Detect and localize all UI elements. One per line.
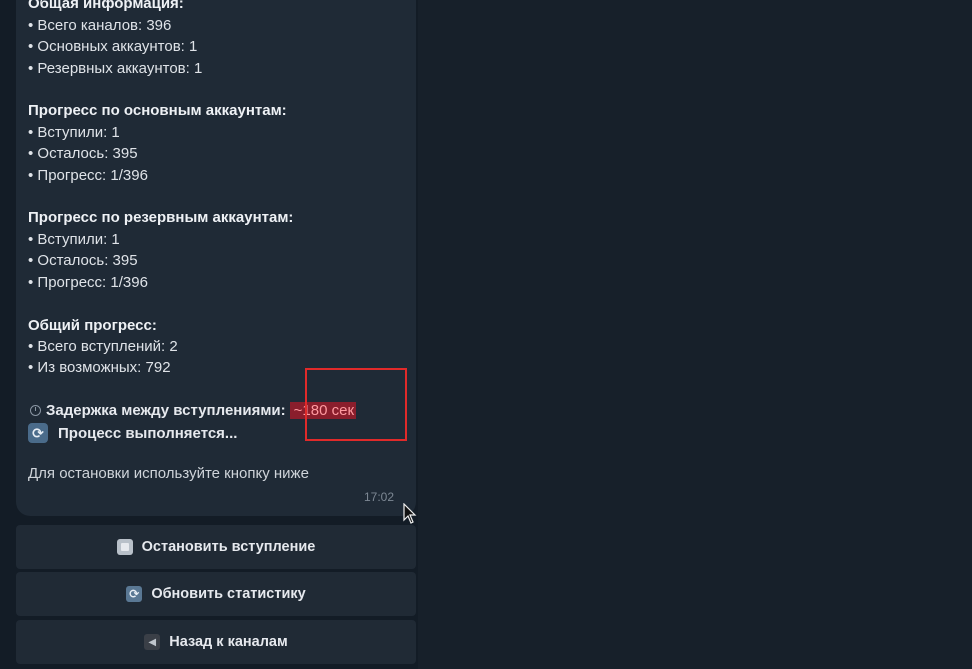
list-item: • Прогресс: 1/396 (28, 274, 148, 291)
back-to-channels-label: Назад к каналам (169, 634, 288, 650)
stop-joining-button[interactable]: Остановить вступление (16, 525, 416, 569)
sync-icon: ⟳ (126, 586, 143, 602)
mouse-cursor-icon (403, 503, 417, 524)
stop-hint: Для остановки используйте кнопку ниже (28, 465, 309, 482)
empty-chat-area (418, 0, 972, 669)
refresh-stats-label: Обновить статистику (151, 586, 306, 602)
chat-column: Общая информация: • Всего каналов: 396 •… (0, 0, 418, 669)
back-to-channels-button[interactable]: ◀ Назад к каналам (16, 620, 416, 664)
refresh-icon: ⟳ (28, 423, 48, 443)
total-progress-heading: Общий прогресс: (28, 317, 157, 334)
stop-icon (116, 539, 133, 555)
list-item: • Вступили: 1 (28, 231, 120, 248)
delay-label: Задержка между вступлениями: (46, 402, 286, 419)
stop-joining-label: Остановить вступление (141, 539, 316, 555)
list-item: • Осталось: 395 (28, 252, 138, 269)
list-item: • Вступили: 1 (28, 124, 120, 141)
list-item: • Осталось: 395 (28, 145, 138, 162)
refresh-stats-button[interactable]: ⟳ Обновить статистику (16, 572, 416, 616)
process-label: Процесс выполняется... (58, 424, 238, 442)
list-item: • Основных аккаунтов: 1 (28, 38, 198, 55)
main-progress-heading: Прогресс по основным аккаунтам: (28, 102, 287, 119)
message-time: 17:02 (364, 490, 395, 504)
list-item: • Всего вступлений: 2 (28, 338, 178, 355)
list-item: • Из возможных: 792 (28, 359, 171, 376)
list-item: • Резервных аккаунтов: 1 (28, 60, 203, 77)
list-item: • Прогресс: 1/396 (28, 167, 148, 184)
highlight-annotation (305, 368, 407, 441)
general-heading: Общая информация: (28, 0, 184, 12)
reserve-progress-heading: Прогресс по резервным аккаунтам: (28, 209, 294, 226)
process-status: ⟳ Процесс выполняется... (28, 422, 237, 444)
back-icon: ◀ (144, 634, 161, 650)
list-item: • Всего каналов: 396 (28, 17, 172, 34)
clock-icon (30, 405, 41, 416)
